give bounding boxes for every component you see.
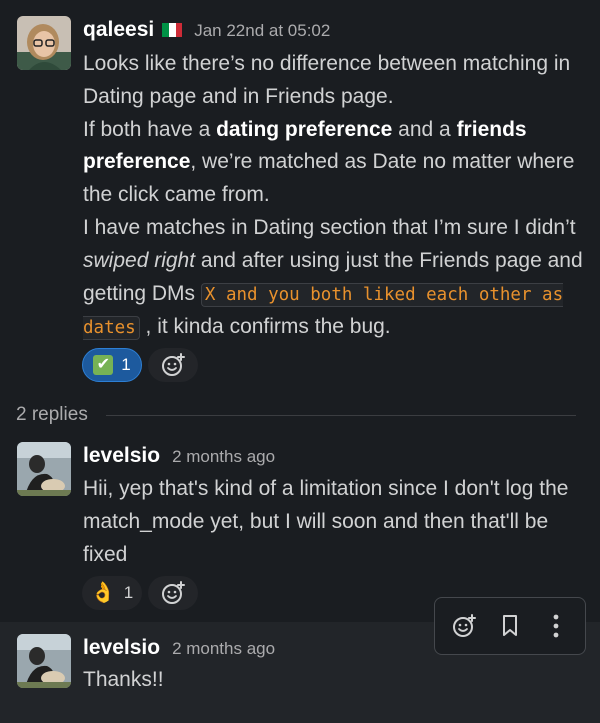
- italy-flag-icon: [162, 23, 183, 37]
- author-name[interactable]: levelsio: [83, 444, 160, 468]
- add-emoji-icon: [453, 614, 476, 637]
- divider-line: [105, 414, 576, 416]
- message-paragraph: I have matches in Dating section that I’…: [83, 215, 583, 341]
- author-name[interactable]: levelsio: [83, 636, 160, 660]
- reaction-ok-hand[interactable]: 👌 1: [82, 576, 142, 610]
- reaction-count: 1: [121, 355, 131, 374]
- more-actions-button[interactable]: [539, 609, 573, 643]
- message-paragraph: Looks like there’s no difference between…: [83, 52, 571, 108]
- avatar[interactable]: [17, 16, 71, 70]
- ok-hand-icon: 👌: [90, 582, 116, 604]
- timestamp[interactable]: Jan 22nd at 05:02: [194, 21, 330, 41]
- reaction-count: 1: [123, 583, 134, 602]
- timestamp[interactable]: 2 months ago: [172, 639, 275, 659]
- message-paragraph: If both have a dating preference and a f…: [83, 117, 575, 207]
- message-header: qaleesi Jan 22nd at 05:02: [83, 18, 330, 42]
- add-emoji-icon: [162, 581, 185, 604]
- bookmark-icon: [503, 615, 517, 636]
- message-header: levelsio 2 months ago: [83, 636, 275, 660]
- reaction-checkmark[interactable]: ✔ 1: [82, 348, 142, 382]
- message-body: Hii, yep that's kind of a limitation sin…: [83, 477, 569, 566]
- message-actions-toolbar: [434, 597, 586, 655]
- check-mark-icon: ✔: [93, 355, 114, 375]
- avatar[interactable]: [17, 442, 71, 496]
- more-vertical-icon: [553, 614, 559, 638]
- add-reaction-button[interactable]: [148, 576, 198, 610]
- message-header: levelsio 2 months ago: [83, 444, 275, 468]
- thread-replies-divider: 2 replies: [16, 404, 576, 426]
- message-body: Looks like there’s no difference between…: [83, 48, 593, 345]
- replies-count-label: 2 replies: [16, 404, 88, 425]
- message-body: Thanks!!: [83, 668, 164, 691]
- author-name[interactable]: qaleesi: [83, 18, 154, 42]
- timestamp[interactable]: 2 months ago: [172, 447, 275, 467]
- add-emoji-icon: [162, 353, 185, 376]
- avatar[interactable]: [17, 634, 71, 688]
- add-reaction-button[interactable]: [148, 348, 198, 382]
- save-for-later-action[interactable]: [493, 609, 527, 643]
- add-reaction-action[interactable]: [447, 609, 481, 643]
